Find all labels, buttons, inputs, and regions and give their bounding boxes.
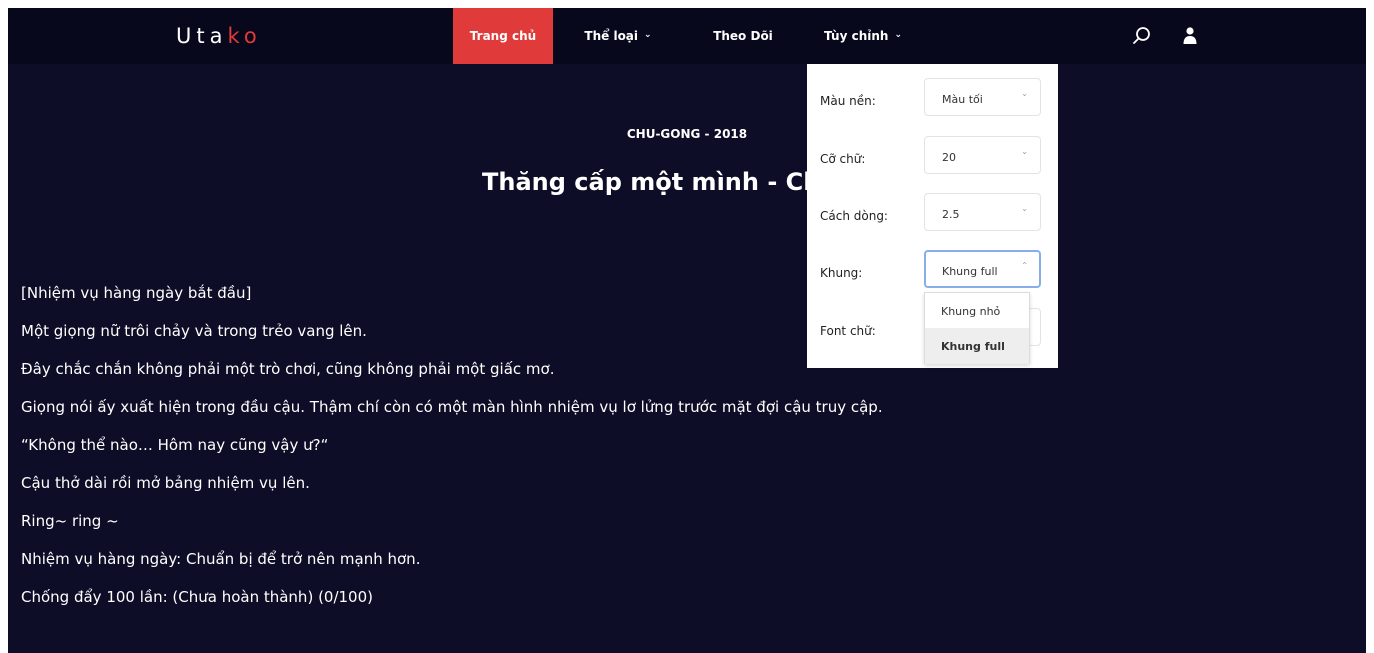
font-size-label: Cỡ chữ: — [820, 152, 866, 166]
chevron-up-icon: ⌃ — [1021, 261, 1028, 270]
nav-home[interactable]: Trang chủ — [453, 8, 553, 64]
background-color-select[interactable]: Màu tối ⌄ — [924, 78, 1041, 116]
font-size-value: 20 — [942, 151, 956, 164]
reader-page: Utako Trang chủ Thể loại ⌄ Theo Dõi Tùy … — [8, 8, 1366, 653]
line-height-value: 2.5 — [942, 208, 960, 221]
content-paragraph: Nhiệm vụ hàng ngày: Chuẩn bị để trở nên … — [21, 550, 421, 568]
top-navbar: Utako Trang chủ Thể loại ⌄ Theo Dõi Tùy … — [8, 8, 1366, 64]
frame-label: Khung: — [820, 266, 863, 280]
frame-select[interactable]: Khung full ⌃ — [924, 250, 1041, 288]
nav-follow[interactable]: Theo Dõi — [698, 8, 788, 64]
chevron-down-icon: ⌄ — [1021, 89, 1028, 98]
background-color-label: Màu nền: — [820, 94, 876, 108]
frame-options-list: Khung nhỏ Khung full — [924, 292, 1030, 364]
content-paragraph: [Nhiệm vụ hàng ngày bắt đầu] — [21, 284, 252, 302]
font-size-select[interactable]: 20 ⌄ — [924, 136, 1041, 174]
content-paragraph: Ring~ ring ~ — [21, 512, 119, 530]
nav-customize-label: Tùy chỉnh — [824, 29, 889, 43]
nav-genre-label: Thể loại — [584, 29, 639, 43]
frame-value: Khung full — [942, 265, 998, 278]
content-paragraph: Đây chắc chắn không phải một trò chơi, c… — [21, 360, 555, 378]
nav-follow-label: Theo Dõi — [713, 29, 773, 43]
chevron-down-icon: ⌄ — [894, 30, 902, 40]
chevron-down-icon: ⌄ — [1021, 204, 1028, 213]
frame-option-full[interactable]: Khung full — [925, 328, 1029, 364]
chapter-title: Thăng cấp một mình - Ch — [482, 168, 821, 196]
customize-settings-panel: Màu nền: Màu tối ⌄ Cỡ chữ: 20 ⌄ Cách dòn… — [807, 64, 1058, 368]
chevron-down-icon: ⌄ — [1021, 147, 1028, 156]
frame-option-small[interactable]: Khung nhỏ — [925, 293, 1029, 329]
nav-customize-menu[interactable]: Tùy chỉnh ⌄ — [808, 8, 918, 64]
logo-accent-text: ko — [227, 24, 262, 48]
frame-option-label: Khung full — [941, 340, 1005, 353]
line-height-select[interactable]: 2.5 ⌄ — [924, 193, 1041, 231]
content-paragraph: Giọng nói ấy xuất hiện trong đầu cậu. Th… — [21, 398, 883, 416]
line-height-label: Cách dòng: — [820, 209, 888, 223]
site-logo[interactable]: Utako — [176, 24, 262, 48]
nav-genre-menu[interactable]: Thể loại ⌄ — [573, 8, 663, 64]
logo-text: Uta — [176, 24, 228, 48]
background-color-value: Màu tối — [942, 93, 983, 106]
content-paragraph: Cậu thở dài rồi mở bảng nhiệm vụ lên. — [21, 474, 310, 492]
story-author-year: CHU-GONG - 2018 — [626, 127, 748, 141]
content-paragraph: Một giọng nữ trôi chảy và trong trẻo van… — [21, 322, 367, 340]
nav-home-label: Trang chủ — [469, 29, 537, 43]
chevron-down-icon: ⌄ — [644, 30, 652, 40]
content-paragraph: Chống đẩy 100 lần: (Chưa hoàn thành) (0/… — [21, 588, 373, 606]
user-icon[interactable] — [1180, 26, 1200, 46]
frame-option-label: Khung nhỏ — [941, 305, 1001, 318]
font-family-label: Font chữ: — [820, 324, 876, 338]
content-paragraph: “Không thể nào… Hôm nay cũng vậy ư?“ — [21, 436, 329, 454]
chapter-content: [Nhiệm vụ hàng ngày bắt đầu] Một giọng n… — [21, 280, 1361, 622]
search-icon[interactable] — [1132, 26, 1152, 46]
